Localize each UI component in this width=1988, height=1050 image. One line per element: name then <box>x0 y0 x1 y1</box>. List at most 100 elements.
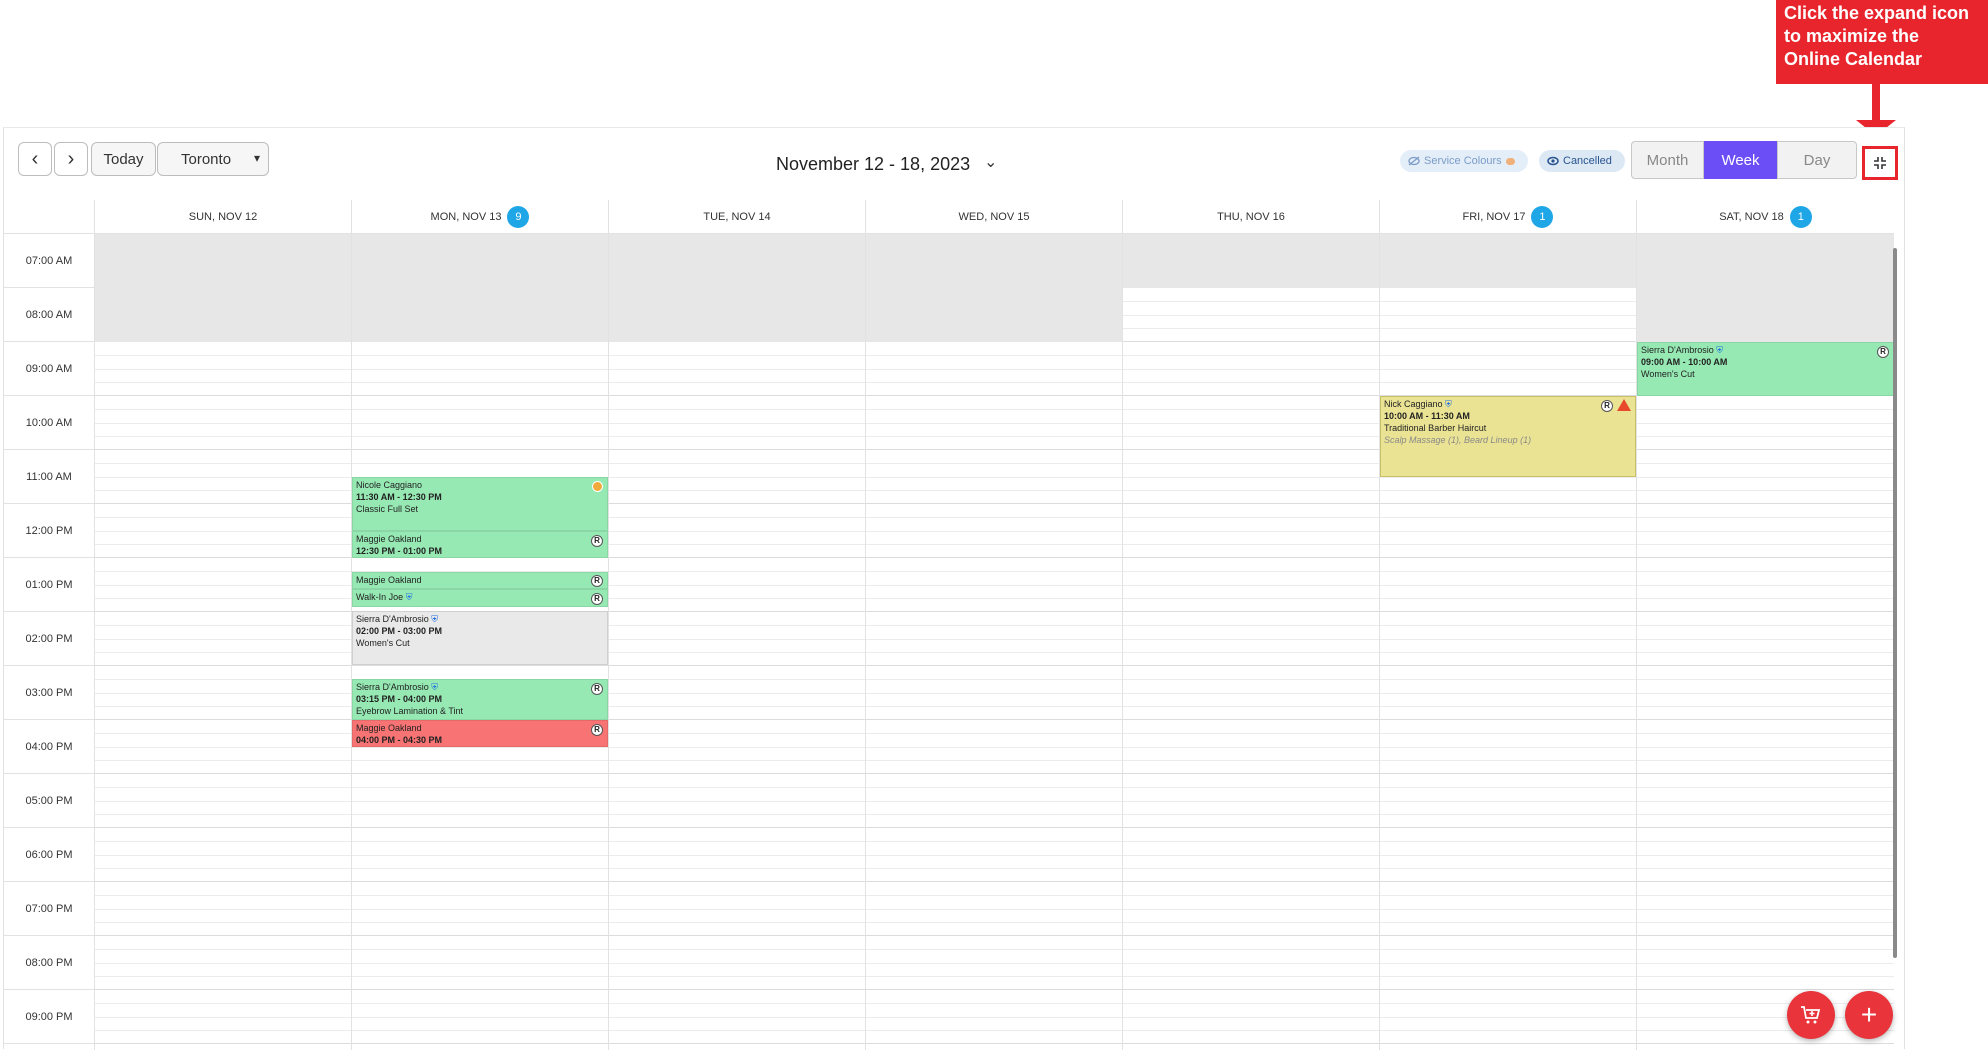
hour-label: 08:00 AM <box>4 288 94 342</box>
day-column-tue[interactable] <box>608 234 865 1050</box>
shield-icon: ⛨ <box>405 592 413 602</box>
chevron-right-icon: › <box>67 147 75 170</box>
appointment-time: 03:15 PM - 04:00 PM <box>356 694 443 704</box>
day-column-fri[interactable]: Nick Caggiano ⛨ 10:00 AM - 11:30 AM Trad… <box>1379 234 1636 1050</box>
day-header-label: MON, NOV 13 <box>430 210 502 223</box>
day-header-thu[interactable]: THU, NOV 16 <box>1122 200 1379 234</box>
client-name: Maggie Oakland <box>356 534 422 544</box>
recurring-badge: R <box>1877 346 1889 358</box>
closed-hours-block <box>609 234 865 342</box>
week-grid: 07:00 AM 08:00 AM 09:00 AM 10:00 AM 11:0… <box>4 234 1899 1050</box>
instruction-callout: Click the expand icon to maximize the On… <box>1776 0 1988 84</box>
date-range-title: November 12 - 18, 2023 <box>776 154 971 174</box>
appointment-card[interactable]: Walk-In Joe ⛨ R <box>352 589 608 607</box>
hour-label: 03:00 PM <box>4 666 94 720</box>
client-name: Maggie Oakland <box>356 575 422 585</box>
palette-icon <box>1505 157 1515 165</box>
day-header-sun[interactable]: SUN, NOV 12 <box>94 200 351 234</box>
closed-hours-block <box>95 234 351 342</box>
hour-label: 06:00 PM <box>4 828 94 882</box>
hour-label: 02:00 PM <box>4 612 94 666</box>
shield-icon: ⛨ <box>1445 399 1452 409</box>
warning-icon <box>1617 399 1631 411</box>
service-colours-label: Service Colours <box>1424 155 1502 167</box>
day-header-fri[interactable]: FRI, NOV 17 1 <box>1379 200 1636 234</box>
location-select[interactable]: Toronto ▾ <box>157 142 269 176</box>
plus-icon: + <box>1860 999 1878 1030</box>
eye-icon <box>1547 156 1559 166</box>
day-header-mon[interactable]: MON, NOV 13 9 <box>351 200 608 234</box>
cancelled-appointment-card[interactable]: Sierra D'Ambrosio ⛨ 02:00 PM - 03:00 PM … <box>352 611 608 665</box>
day-header-label: TUE, NOV 14 <box>703 210 771 223</box>
appointment-count-badge: 9 <box>507 205 530 228</box>
cart-plus-icon <box>1801 1006 1821 1024</box>
hour-label: 08:00 PM <box>4 936 94 990</box>
checkout-cart-button[interactable] <box>1787 991 1835 1039</box>
cancelled-label: Cancelled <box>1563 155 1612 167</box>
next-week-button[interactable]: › <box>54 142 88 176</box>
date-range-chevron-icon[interactable]: ⌄ <box>984 152 997 172</box>
day-header-label: WED, NOV 15 <box>958 210 1030 223</box>
recurring-badge: R <box>591 683 603 695</box>
vertical-scrollbar[interactable] <box>1893 248 1897 958</box>
hour-label: 07:00 PM <box>4 882 94 936</box>
hour-label: 01:00 PM <box>4 558 94 612</box>
service-colours-toggle[interactable]: Service Colours <box>1400 150 1528 172</box>
day-column-mon[interactable]: Nicole Caggiano 11:30 AM - 12:30 PM Clas… <box>351 234 608 1050</box>
calendar-toolbar: ‹ › Today Toronto ▾ November 12 - 18, 20… <box>4 128 1904 200</box>
appointment-card[interactable]: Nicole Caggiano 11:30 AM - 12:30 PM Clas… <box>352 477 608 531</box>
view-day-button[interactable]: Day <box>1777 141 1857 179</box>
hour-label: 12:00 PM <box>4 504 94 558</box>
appointment-card[interactable]: Maggie Oakland R <box>352 572 608 589</box>
day-header-tue[interactable]: TUE, NOV 14 <box>608 200 865 234</box>
closed-hours-block <box>1637 234 1894 342</box>
appointment-card[interactable]: Maggie Oakland 04:00 PM - 04:30 PM R <box>352 720 608 747</box>
client-name: Maggie Oakland <box>356 723 422 733</box>
add-appointment-button[interactable]: + <box>1845 991 1893 1039</box>
recurring-badge: R <box>1601 400 1613 412</box>
hour-label: 09:00 AM <box>4 342 94 396</box>
day-column-sat[interactable]: Sierra D'Ambrosio ⛨ 09:00 AM - 10:00 AM … <box>1636 234 1894 1050</box>
recurring-badge: R <box>591 724 603 736</box>
day-header-sat[interactable]: SAT, NOV 18 1 <box>1636 200 1894 234</box>
day-column-wed[interactable] <box>865 234 1122 1050</box>
day-column-sun[interactable] <box>94 234 351 1050</box>
appointment-card[interactable]: Sierra D'Ambrosio ⛨ 03:15 PM - 04:00 PM … <box>352 679 608 720</box>
prev-week-button[interactable]: ‹ <box>18 142 52 176</box>
shield-icon: ⛨ <box>1716 345 1724 355</box>
client-name: Sierra D'Ambrosio <box>356 682 429 692</box>
service-name: Women's Cut <box>356 638 410 648</box>
day-header-wed[interactable]: WED, NOV 15 <box>865 200 1122 234</box>
appointment-card[interactable]: Maggie Oakland 12:30 PM - 01:00 PM R <box>352 531 608 558</box>
cancelled-toggle[interactable]: Cancelled <box>1539 150 1625 172</box>
recurring-badge: R <box>591 535 603 547</box>
view-month-button[interactable]: Month <box>1631 141 1704 179</box>
appointment-time: 04:00 PM - 04:30 PM <box>356 735 443 745</box>
closed-hours-block <box>352 234 608 342</box>
client-name: Nicole Caggiano <box>356 480 423 490</box>
recurring-badge: R <box>591 593 603 605</box>
today-button[interactable]: Today <box>91 142 156 176</box>
closed-hours-block <box>866 234 1122 342</box>
closed-hours-block <box>1123 234 1379 288</box>
appointment-time: 12:30 PM - 01:00 PM <box>356 546 443 556</box>
service-name: Traditional Barber Haircut <box>1384 423 1487 433</box>
client-name: Nick Caggiano <box>1384 399 1443 409</box>
day-header-label: FRI, NOV 17 <box>1462 210 1526 223</box>
appointment-count-badge: 1 <box>1789 205 1812 228</box>
chevron-left-icon: ‹ <box>31 147 39 170</box>
appointment-card[interactable]: Nick Caggiano ⛨ 10:00 AM - 11:30 AM Trad… <box>1380 396 1636 477</box>
appointment-count-badge: 1 <box>1531 205 1554 228</box>
view-week-button[interactable]: Week <box>1704 141 1777 179</box>
expand-calendar-button[interactable] <box>1862 146 1898 180</box>
hour-label: 09:00 PM <box>4 990 94 1044</box>
hour-label: 11:00 AM <box>4 450 94 504</box>
client-name: Walk-In Joe <box>356 592 404 602</box>
day-header-label: SAT, NOV 18 <box>1719 210 1784 223</box>
appointment-card[interactable]: Sierra D'Ambrosio ⛨ 09:00 AM - 10:00 AM … <box>1637 342 1894 396</box>
day-column-thu[interactable] <box>1122 234 1379 1050</box>
hour-label: 07:00 AM <box>4 234 94 288</box>
appointment-time: 02:00 PM - 03:00 PM <box>356 626 443 636</box>
closed-hours-block <box>1380 234 1636 288</box>
hour-label: 05:00 PM <box>4 774 94 828</box>
